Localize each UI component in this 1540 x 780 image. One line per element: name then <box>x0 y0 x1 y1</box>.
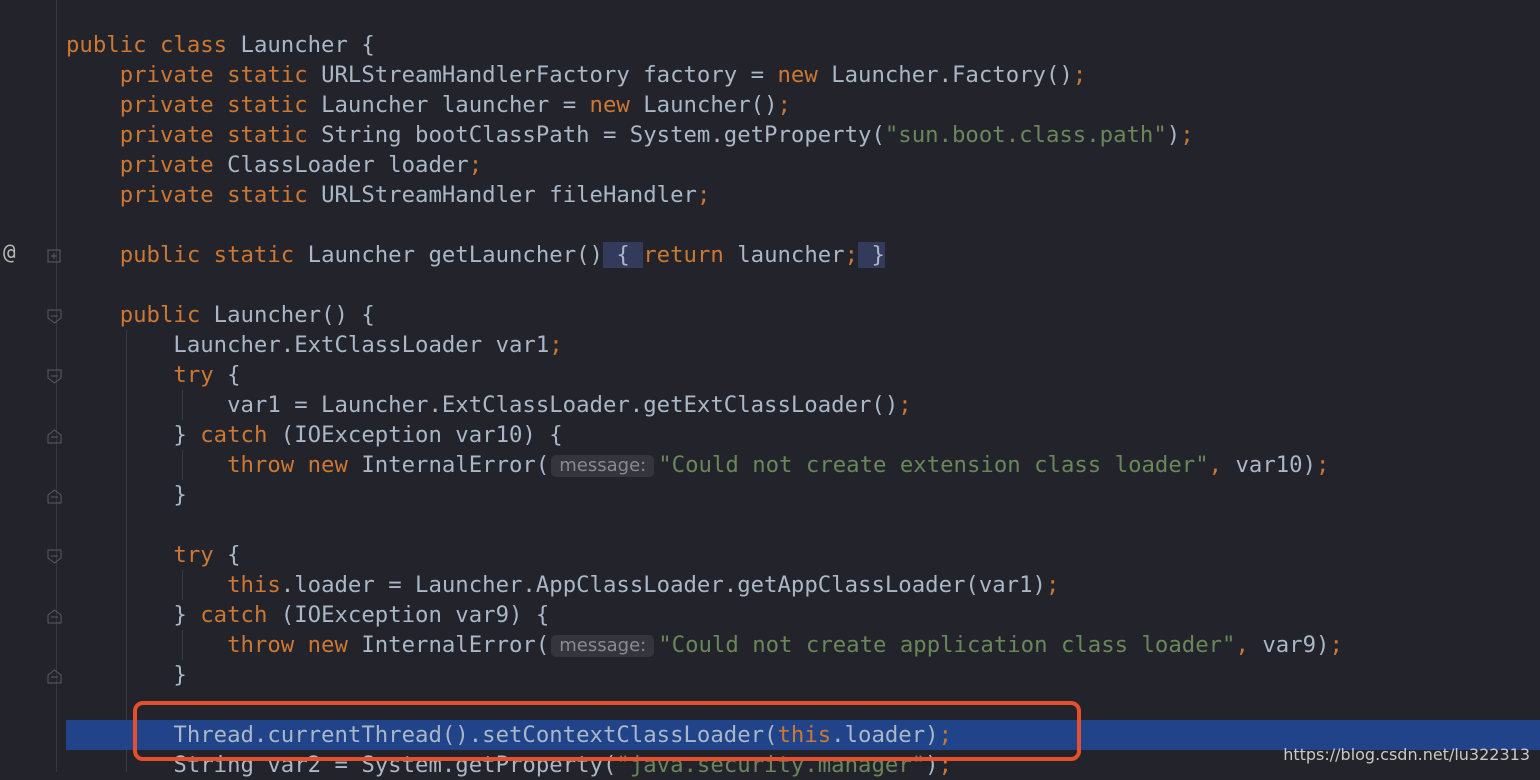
parameter-hint: message: <box>551 455 655 477</box>
override-marker-icon[interactable]: @ <box>3 239 25 265</box>
folded-region[interactable]: { <box>602 242 644 268</box>
code-line[interactable]: public class Launcher { <box>66 30 1540 60</box>
code-line[interactable]: private static Launcher launcher = new L… <box>66 90 1540 120</box>
code-editor[interactable]: public class Launcher { private static U… <box>66 30 1540 780</box>
fold-start-icon[interactable] <box>47 369 62 384</box>
code-line[interactable]: try { <box>66 360 1540 390</box>
fold-expand-icon[interactable] <box>47 249 62 264</box>
fold-end-icon[interactable] <box>47 489 62 504</box>
code-line[interactable]: private static URLStreamHandlerFactory f… <box>66 60 1540 90</box>
watermark-text: https://blog.csdn.net/lu322313 <box>1283 745 1530 764</box>
highlight-callout-box <box>133 701 1081 761</box>
gutter-separator <box>56 0 57 772</box>
code-line[interactable]: private static URLStreamHandler fileHand… <box>66 180 1540 210</box>
code-line[interactable]: var1 = Launcher.ExtClassLoader.getExtCla… <box>66 390 1540 420</box>
parameter-hint: message: <box>551 635 655 657</box>
fold-start-icon[interactable] <box>47 549 62 564</box>
code-line[interactable]: public static Launcher getLauncher() { r… <box>66 240 1540 270</box>
code-line[interactable] <box>66 510 1540 540</box>
code-line[interactable]: throw new InternalError(message: "Could n… <box>66 630 1540 660</box>
fold-end-icon[interactable] <box>47 609 62 624</box>
code-line[interactable]: } <box>66 660 1540 690</box>
fold-end-icon[interactable] <box>47 429 62 444</box>
fold-end-icon[interactable] <box>47 669 62 684</box>
code-line[interactable] <box>66 270 1540 300</box>
code-line[interactable]: try { <box>66 540 1540 570</box>
code-line[interactable]: this.loader = Launcher.AppClassLoader.ge… <box>66 570 1540 600</box>
code-line[interactable]: Launcher.ExtClassLoader var1; <box>66 330 1540 360</box>
code-line[interactable]: } catch (IOException var10) { <box>66 420 1540 450</box>
fold-start-icon[interactable] <box>47 309 62 324</box>
code-line[interactable] <box>66 210 1540 240</box>
code-line[interactable]: throw new InternalError(message: "Could n… <box>66 450 1540 480</box>
code-line[interactable]: } catch (IOException var9) { <box>66 600 1540 630</box>
code-line[interactable]: private ClassLoader loader; <box>66 150 1540 180</box>
folded-region[interactable]: } <box>858 242 885 268</box>
code-line[interactable]: public Launcher() { <box>66 300 1540 330</box>
code-line[interactable]: } <box>66 480 1540 510</box>
code-line[interactable]: private static String bootClassPath = Sy… <box>66 120 1540 150</box>
